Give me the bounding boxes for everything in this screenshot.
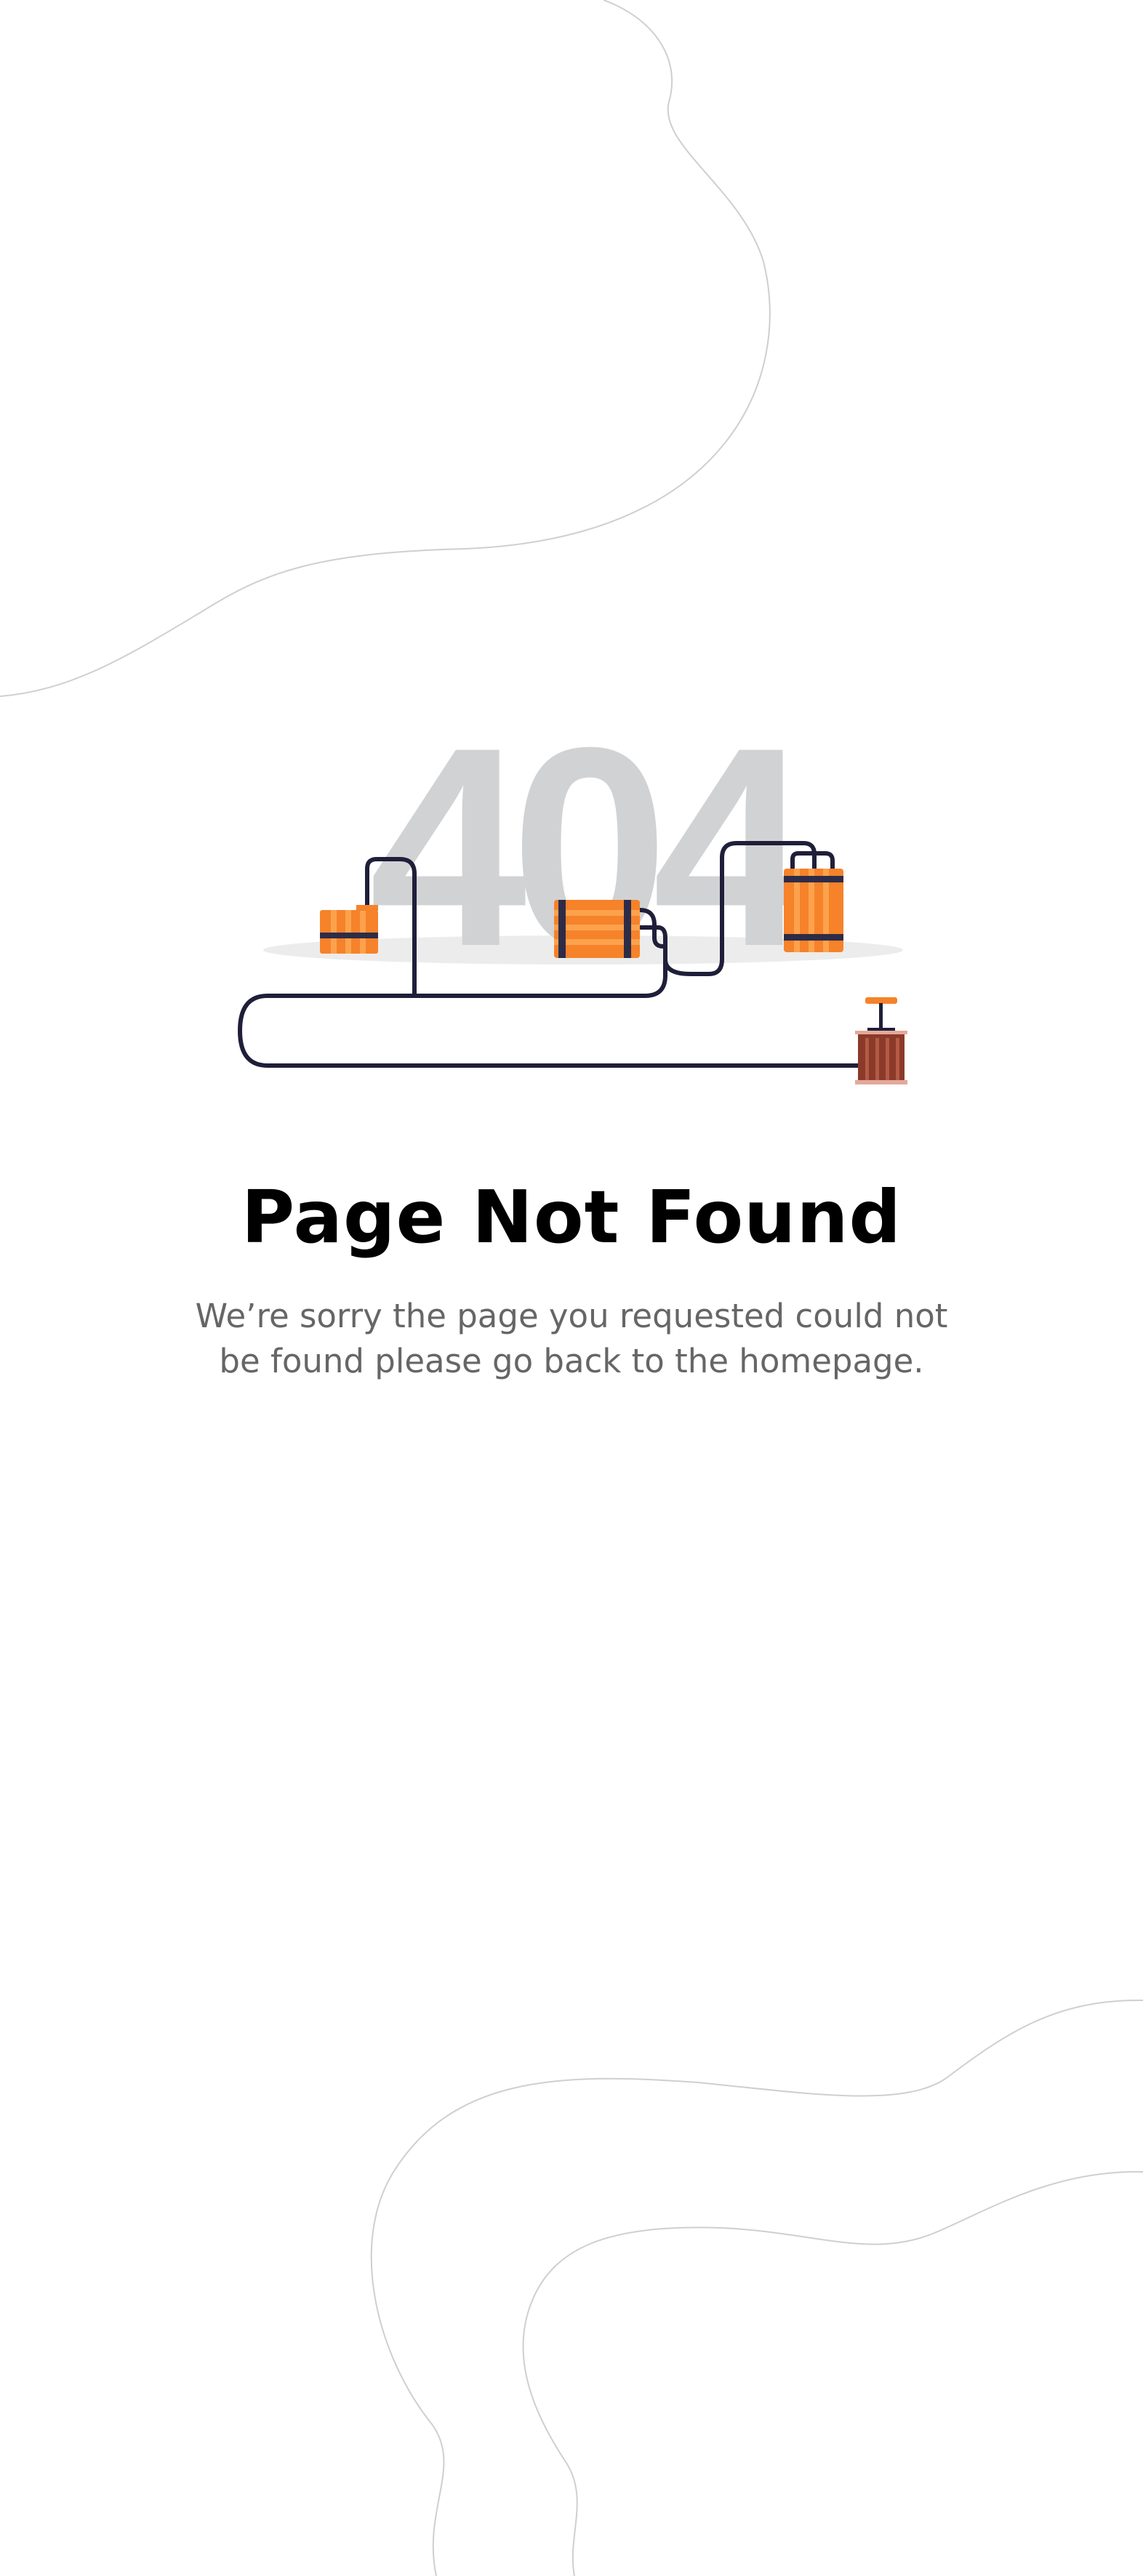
dynamite-icon (554, 900, 640, 958)
error-message: We’re sorry the page you requested could… (195, 1297, 948, 1380)
bottom-curve-inner (522, 2170, 1143, 2576)
404-illustration: 404 (238, 712, 907, 1084)
page-title: Page Not Found (241, 1175, 902, 1260)
background-curves (0, 0, 1143, 2576)
big-404-text: 404 (369, 712, 812, 1005)
top-curve (0, 0, 771, 697)
bottom-curve-outer (370, 1999, 1143, 2576)
detonator-icon (855, 997, 907, 1084)
dynamite-icon (320, 905, 378, 954)
dynamite-icon (784, 869, 843, 952)
error-404-page: 404 Page Not Found We’re sorry the page … (0, 0, 1143, 2576)
